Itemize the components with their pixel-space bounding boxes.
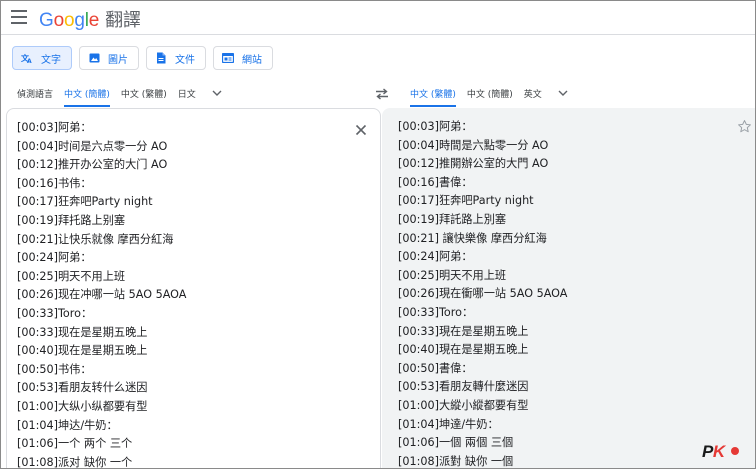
source-text-line: [00:33]现在是星期五晚上 — [17, 325, 148, 339]
source-text-line: [01:06]一个 两个 三个 — [17, 437, 133, 451]
swap-languages-icon[interactable] — [374, 86, 390, 100]
google-translate-logo[interactable]: Google 翻譯 — [39, 6, 141, 32]
mode-toolbar: 文A 文字 圖片 文件 網站 — [12, 46, 273, 70]
text-translate-icon: 文A — [21, 52, 33, 64]
translation-text-line: [01:06]一個 兩個 三個 — [398, 436, 514, 450]
source-lang-traditional-tab[interactable]: 中文 (繁體) — [121, 79, 167, 107]
source-text-line: [00:04]时间是六点零一分 AO — [17, 139, 168, 153]
translation-output-panel: [00:03]阿弟： [00:04]時間是六點零一分 AO [00:12]推開辦公室… — [382, 108, 755, 468]
source-language-bar: 偵測語言 中文 (簡體) 中文 (繁體) 日文 — [17, 79, 223, 107]
target-lang-english-tab[interactable]: 英文 — [524, 79, 542, 107]
translation-text-line: [00:24]阿弟： — [398, 250, 473, 264]
translation-text-line: [00:50]書偉： — [398, 361, 473, 375]
translation-text-line: [00:04]時間是六點零一分 AO — [398, 138, 549, 152]
translation-text-line: [00:33]Toro： — [398, 305, 474, 319]
clear-text-close-icon[interactable] — [355, 121, 367, 136]
source-text-line: [00:03]阿弟： — [17, 121, 92, 134]
source-text-line: [00:24]阿弟： — [17, 251, 92, 265]
translation-text-line: [00:40]現在是星期五晚上 — [398, 343, 529, 357]
app-window: Google 翻譯 文A 文字 圖片 文件 網站 偵測語言 中文 (簡體) 中文… — [0, 0, 756, 469]
translation-text-line: [00:16]書偉： — [398, 175, 473, 189]
mode-text-label: 文字 — [41, 54, 61, 66]
translation-text-line: [00:21] 讓快樂像 摩西分紅海 — [398, 231, 547, 245]
source-lang-japanese-tab[interactable]: 日文 — [178, 79, 196, 107]
mode-text-button[interactable]: 文A 文字 — [12, 46, 72, 70]
source-lang-more-chevron-down-icon[interactable] — [211, 79, 223, 107]
top-bar: Google 翻譯 — [1, 1, 755, 35]
mode-image-button[interactable]: 圖片 — [79, 46, 139, 70]
translation-text-line: [00:33]現在是星期五晚上 — [398, 324, 529, 338]
source-text-line: [00:50]书伟： — [17, 362, 92, 376]
source-text-line: [00:12]推开办公室的大门 AO — [17, 158, 168, 172]
source-text-line: [00:16]书伟： — [17, 176, 92, 190]
mode-website-label: 網站 — [242, 54, 262, 66]
translation-text-line: [01:00]大縱小縱都要有型 — [398, 398, 529, 412]
translation-text-lines: [00:03]阿弟： [00:04]時間是六點零一分 AO [00:12]推開辦公室… — [398, 118, 568, 468]
source-lang-detect-tab[interactable]: 偵測語言 — [17, 79, 53, 107]
source-text-line: [00:53]看朋友转什么迷因 — [17, 381, 148, 395]
website-icon — [222, 52, 234, 64]
target-lang-simplified-tab[interactable]: 中文 (簡體) — [467, 79, 513, 107]
source-text-lines[interactable]: [00:03]阿弟： [00:04]时间是六点零一分 AO [00:12]推开办公室… — [17, 119, 187, 469]
pk-watermark-logo: PK — [702, 442, 739, 462]
hamburger-menu-icon[interactable] — [11, 10, 27, 24]
mode-image-label: 圖片 — [108, 54, 128, 66]
svg-text:A: A — [27, 58, 32, 64]
target-lang-more-chevron-down-icon[interactable] — [557, 79, 569, 107]
translation-text-line: [00:26]現在衝哪一站 5AO 5AOA — [398, 287, 568, 301]
mode-website-button[interactable]: 網站 — [213, 46, 273, 70]
source-text-line: [00:17]狂奔吧Party night — [17, 195, 153, 209]
target-lang-traditional-tab[interactable]: 中文 (繁體) — [410, 79, 456, 107]
source-text-line: [01:00]大纵小纵都要有型 — [17, 399, 148, 413]
translation-text-line: [00:12]推開辦公室的大門 AO — [398, 157, 549, 171]
source-text-line: [00:25]明天不用上班 — [17, 269, 126, 283]
target-language-bar: 中文 (繁體) 中文 (簡體) 英文 — [410, 79, 569, 107]
translation-text-line: [00:53]看朋友轉什麼迷因 — [398, 380, 529, 394]
document-icon — [155, 52, 167, 64]
translation-text-line: [00:25]明天不用上班 — [398, 268, 507, 282]
source-text-panel[interactable]: [00:03]阿弟： [00:04]时间是六点零一分 AO [00:12]推开办公室… — [6, 108, 381, 469]
translation-text-line: [01:04]坤達/牛奶： — [398, 417, 499, 431]
source-text-line: [00:40]现在是星期五晚上 — [17, 344, 148, 358]
image-icon — [88, 52, 100, 64]
source-text-line: [01:04]坤达/牛奶： — [17, 418, 118, 432]
save-translation-star-icon[interactable] — [737, 119, 752, 134]
google-logo: Google — [39, 10, 100, 31]
source-text-line: [00:19]拜托路上别塞 — [17, 213, 126, 227]
translation-text-line: [00:19]拜託路上別塞 — [398, 212, 507, 226]
source-text-line: [00:21]让快乐就像 摩西分紅海 — [17, 232, 174, 246]
product-title: 翻譯 — [105, 10, 141, 30]
source-lang-simplified-tab[interactable]: 中文 (簡體) — [64, 79, 110, 107]
translation-text-line: [00:17]狂奔吧Party night — [398, 194, 534, 208]
translation-text-line: [00:03]阿弟： — [398, 120, 473, 133]
mode-document-button[interactable]: 文件 — [146, 46, 206, 70]
source-text-line: [01:08]派对 缺你 一个 — [17, 455, 133, 469]
source-text-line: [00:33]Toro： — [17, 306, 93, 320]
translation-text-line: [01:08]派對 缺你 一個 — [398, 454, 514, 468]
mode-document-label: 文件 — [175, 54, 195, 66]
source-text-line: [00:26]现在冲哪一站 5AO 5AOA — [17, 288, 187, 302]
